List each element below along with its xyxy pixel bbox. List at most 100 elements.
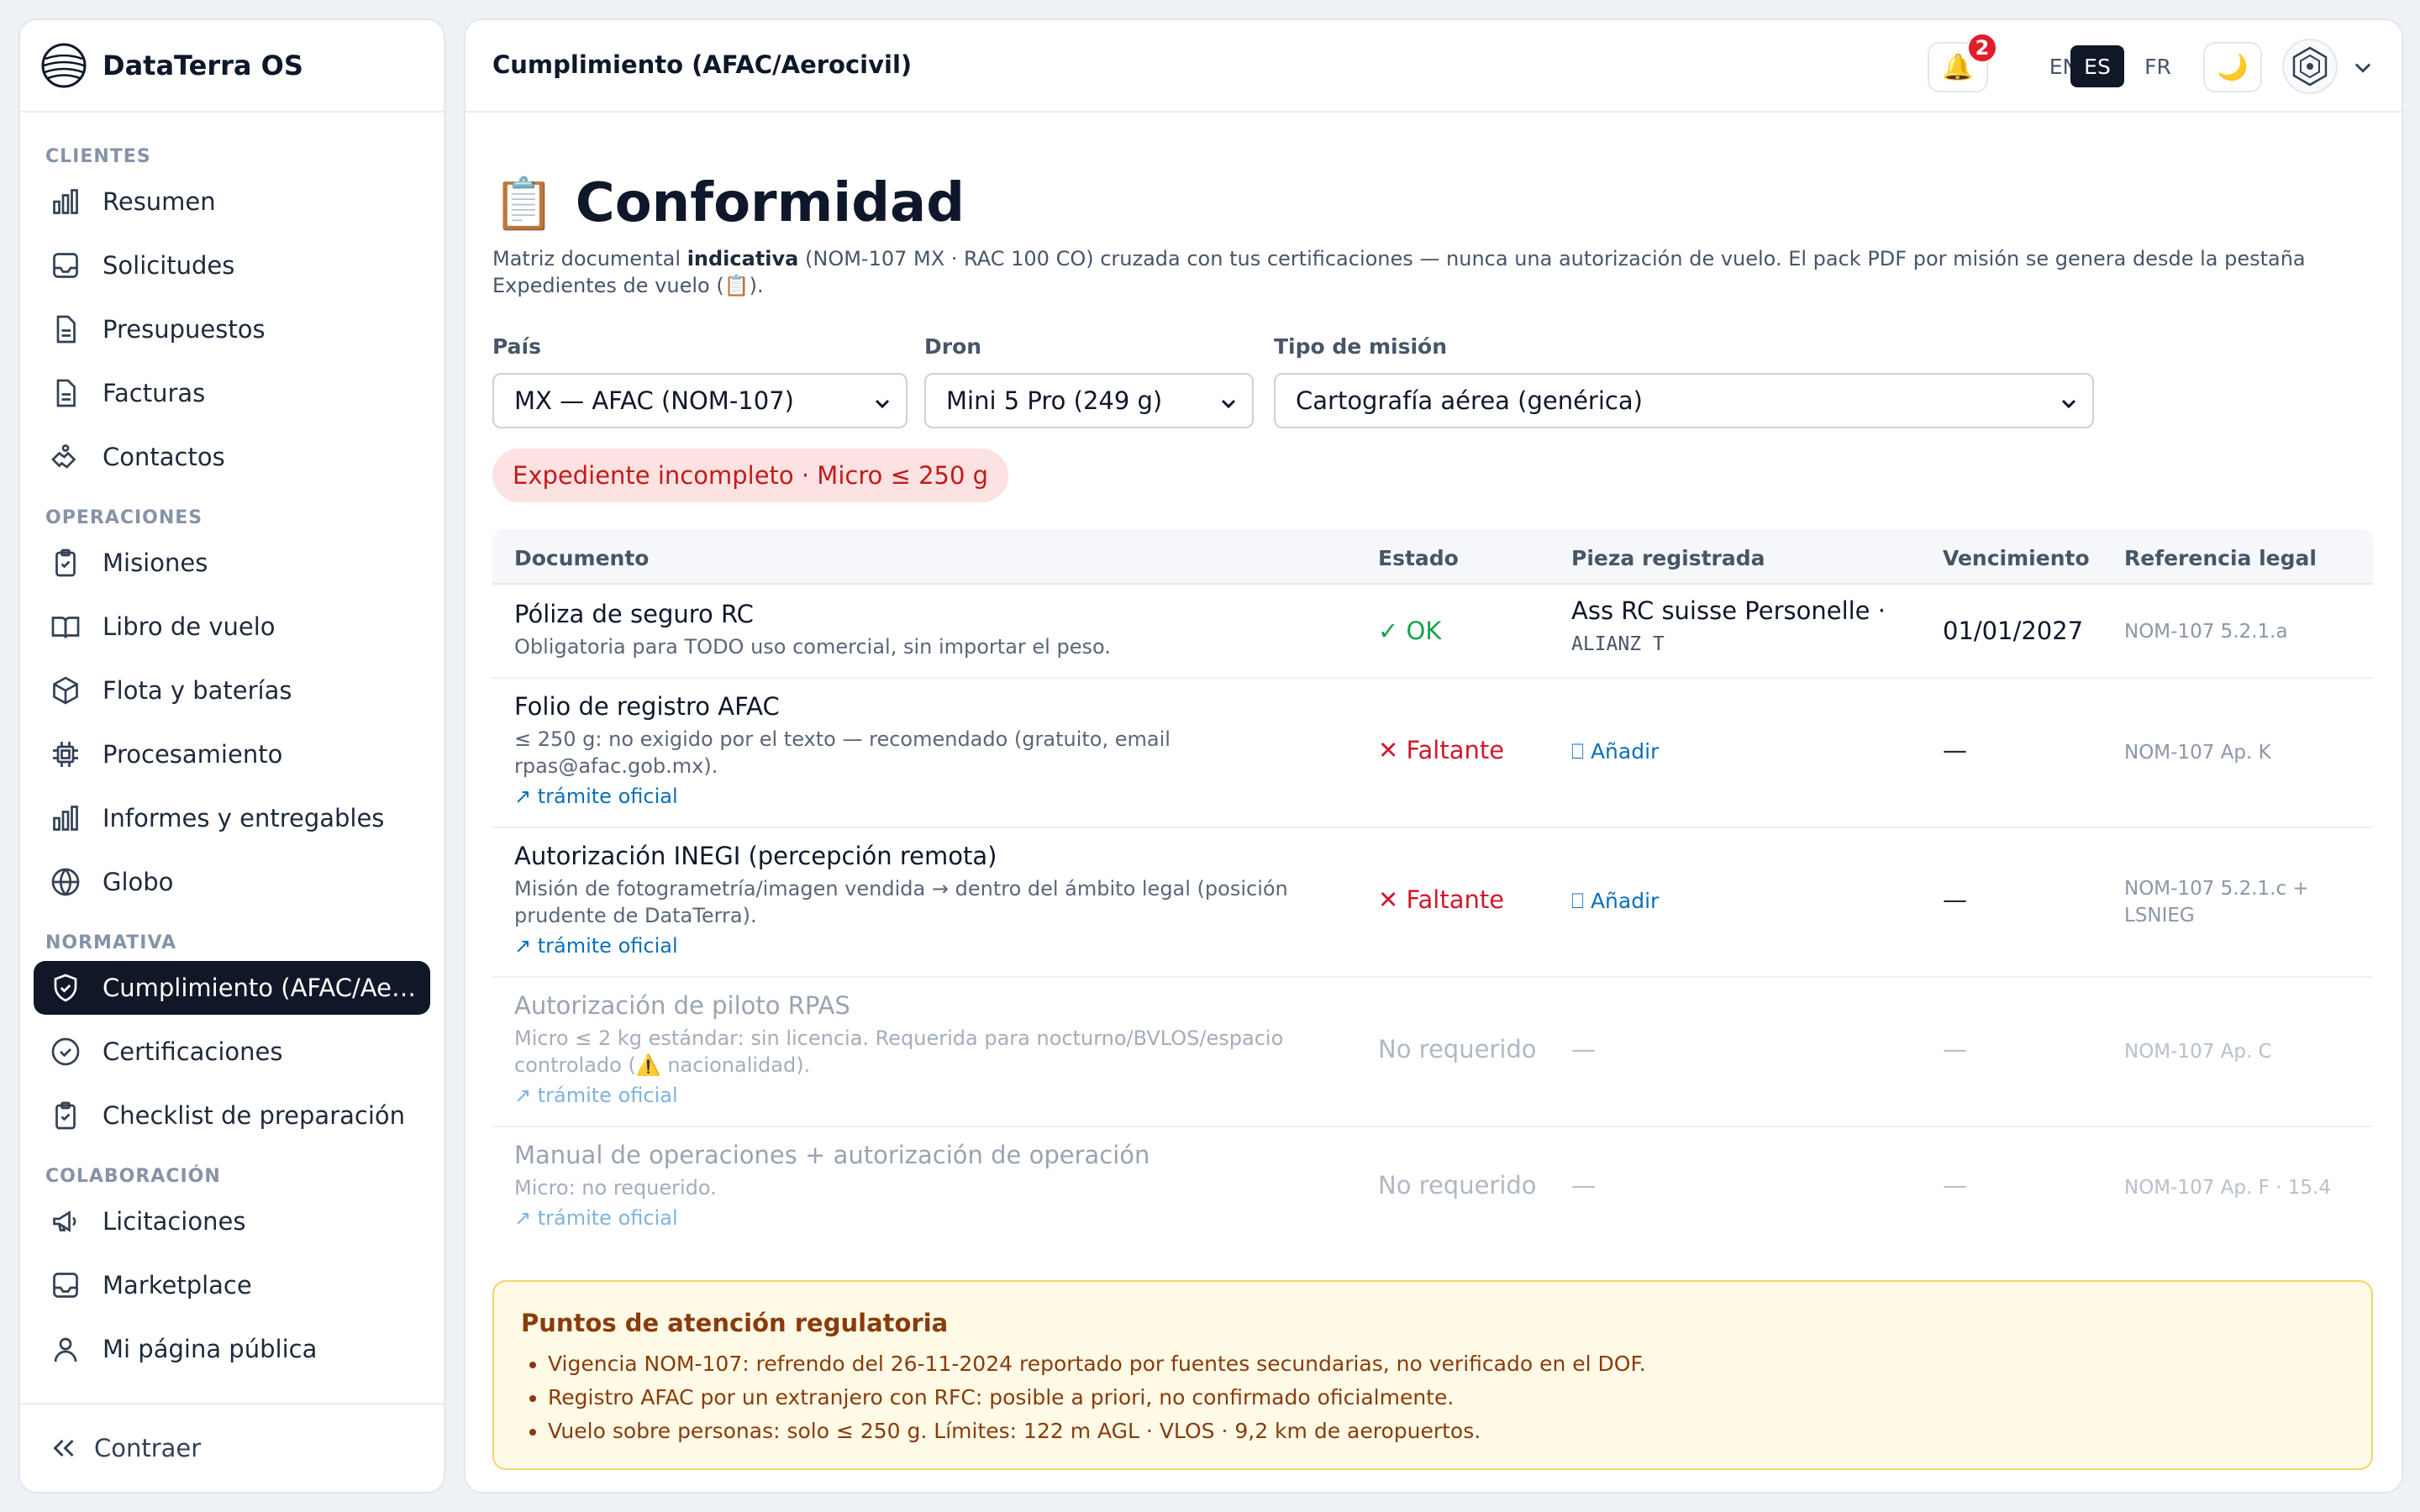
status-not-required: No requerido xyxy=(1378,1171,1537,1200)
official-procedure-link[interactable]: ↗ trámite oficial xyxy=(514,1084,678,1107)
intro-text: Matriz documental xyxy=(492,247,687,270)
chevron-down-icon xyxy=(1221,399,1236,409)
column-header-status: Estado xyxy=(1378,546,1459,570)
add-document-button[interactable]: ⎕ Añadir xyxy=(1571,889,1659,914)
sidebar-item-label: Procesamiento xyxy=(103,740,283,769)
chip-icon xyxy=(53,742,78,767)
document-description: Micro ≤ 2 kg estándar: sin licencia. Req… xyxy=(514,1026,1284,1050)
sidebar-item-label: Marketplace xyxy=(103,1271,252,1299)
sidebar-item-marketplace[interactable]: Marketplace xyxy=(34,1258,430,1312)
theme-toggle-button[interactable]: 🌙 xyxy=(2203,42,2262,92)
app-name: DataTerra OS xyxy=(103,50,303,81)
regulatory-notice: Puntos de atención regulatoria Vigencia … xyxy=(492,1280,2373,1470)
sidebar-item-label: Misiones xyxy=(103,549,208,577)
notice-item: Vigencia NOM-107: refrendo del 26-11-202… xyxy=(548,1347,1646,1381)
sidebar-item-licitaciones[interactable]: Licitaciones xyxy=(34,1194,430,1248)
chevrons-left-icon xyxy=(53,1439,74,1457)
globe-logo-icon xyxy=(41,43,87,88)
legal-reference: LSNIEG xyxy=(2124,905,2195,927)
clipboard-emoji-icon: 📋 xyxy=(492,174,555,234)
nav-section-title: COLABORACIÓN xyxy=(45,1166,221,1187)
intro-bold: indicativa xyxy=(687,247,799,270)
brand[interactable]: DataTerra OS xyxy=(20,20,444,113)
sidebar-item-libro-de-vuelo[interactable]: Libro de vuelo xyxy=(34,600,430,654)
document-title: Manual de operaciones + autorización de … xyxy=(514,1141,1150,1169)
legal-reference: NOM-107 Ap. C xyxy=(2124,1041,2272,1063)
page-title: 📋 Conformidad xyxy=(492,170,965,237)
sidebar-item-certificaciones[interactable]: Certificaciones xyxy=(34,1025,430,1079)
notifications-badge: 2 xyxy=(1966,32,1998,64)
sidebar-item-label: Solicitudes xyxy=(103,251,235,280)
sidebar-item-label: Facturas xyxy=(103,379,206,407)
document-title: Autorización de piloto RPAS xyxy=(514,991,850,1020)
drone-label: Dron xyxy=(924,334,982,359)
file-icon xyxy=(56,379,76,407)
sidebar-item-label: Certificaciones xyxy=(103,1037,283,1066)
drone-select[interactable]: Mini 5 Pro (249 g) xyxy=(924,373,1254,428)
mission-type-select[interactable]: Cartografía aérea (genérica) xyxy=(1274,373,2094,428)
table-row: Folio de registro AFAC ≤ 250 g: no exigi… xyxy=(492,679,2373,828)
document-description: rpas@afac.gob.mx). xyxy=(514,754,718,778)
official-procedure-link[interactable]: ↗ trámite oficial xyxy=(514,1206,678,1230)
registered-piece: — xyxy=(1571,1171,1596,1200)
document-description: Misión de fotogrametría/imagen vendida →… xyxy=(514,877,1288,900)
collapse-button[interactable]: Contraer xyxy=(20,1403,444,1492)
sidebar-item-solicitudes[interactable]: Solicitudes xyxy=(34,239,430,292)
sidebar-item-cumplimiento[interactable]: Cumplimiento (AFAC/Aerocivil) xyxy=(34,961,430,1015)
sidebar-item-label: Mi página pública xyxy=(103,1335,318,1363)
box-icon xyxy=(53,676,78,705)
sidebar: DataTerra OS CLIENTES Resumen Solicitude… xyxy=(18,18,445,1494)
expiry-date: — xyxy=(1943,885,1967,914)
inbox-icon xyxy=(53,253,78,278)
megaphone-icon xyxy=(53,1210,76,1232)
legal-reference: NOM-107 Ap. F · 15.4 xyxy=(2124,1177,2331,1199)
clipboard-icon xyxy=(55,549,76,577)
expiry-date: — xyxy=(1943,1035,1967,1063)
chevron-down-icon xyxy=(2061,399,2076,409)
add-document-button[interactable]: ⎕ Añadir xyxy=(1571,739,1659,764)
sidebar-item-flota[interactable]: Flota y baterías xyxy=(34,664,430,717)
bar-chart-icon xyxy=(53,806,78,831)
mission-type-label: Tipo de misión xyxy=(1274,334,1447,359)
legal-reference: NOM-107 5.2.1.a xyxy=(2124,621,2288,643)
sidebar-item-label: Contactos xyxy=(103,443,225,471)
book-icon xyxy=(51,617,80,638)
country-select[interactable]: MX — AFAC (NOM-107) xyxy=(492,373,908,428)
country-select-value: MX — AFAC (NOM-107) xyxy=(514,386,794,415)
sidebar-item-label: Globo xyxy=(103,868,174,896)
document-title: Autorización INEGI (percepción remota) xyxy=(514,842,997,870)
lang-es-button[interactable]: ES xyxy=(2070,45,2124,87)
lang-fr-button[interactable]: FR xyxy=(2131,45,2185,87)
sidebar-item-label: Resumen xyxy=(103,187,216,216)
sidebar-item-resumen[interactable]: Resumen xyxy=(34,175,430,228)
sidebar-nav: CLIENTES Resumen Solicitudes Presupuesto… xyxy=(20,113,444,1376)
sidebar-item-checklist[interactable]: Checklist de preparación xyxy=(34,1089,430,1142)
sidebar-item-globo[interactable]: Globo xyxy=(34,855,430,909)
table-row: Manual de operaciones + autorización de … xyxy=(492,1127,2373,1250)
sidebar-item-procesamiento[interactable]: Procesamiento xyxy=(34,727,430,781)
notice-list: Vigencia NOM-107: refrendo del 26-11-202… xyxy=(548,1347,1646,1448)
registered-piece-detail: ALIANZ T xyxy=(1571,633,1665,655)
column-header-document: Documento xyxy=(514,546,650,570)
chevron-down-icon[interactable] xyxy=(2351,55,2375,79)
avatar[interactable] xyxy=(2282,39,2338,94)
sidebar-item-informes[interactable]: Informes y entregables xyxy=(34,791,430,845)
sidebar-item-label: Licitaciones xyxy=(103,1207,246,1236)
sidebar-item-facturas[interactable]: Facturas xyxy=(34,366,430,420)
sidebar-item-misiones[interactable]: Misiones xyxy=(34,536,430,590)
official-procedure-link[interactable]: ↗ trámite oficial xyxy=(514,934,678,958)
page-intro: Matriz documental indicativa (NOM-107 MX… xyxy=(492,245,2375,299)
globe-icon xyxy=(51,868,80,896)
country-label: País xyxy=(492,334,541,359)
official-procedure-link[interactable]: ↗ trámite oficial xyxy=(514,785,678,808)
sidebar-item-contactos[interactable]: Contactos xyxy=(34,430,430,484)
notice-item: Registro AFAC por un extranjero con RFC:… xyxy=(548,1381,1646,1415)
sidebar-item-pagina-publica[interactable]: Mi página pública xyxy=(34,1322,430,1376)
expiry-date: — xyxy=(1943,1171,1967,1200)
topbar: Cumplimiento (AFAC/Aerocivil) 🔔 2 EN ES … xyxy=(466,20,2402,113)
document-title: Folio de registro AFAC xyxy=(514,692,780,721)
status-missing: ✕ Faltante xyxy=(1378,736,1505,764)
sidebar-item-presupuestos[interactable]: Presupuestos xyxy=(34,302,430,356)
document-description: prudente de DataTerra). xyxy=(514,904,757,927)
sidebar-item-label: Cumplimiento (AFAC/Aerocivil) xyxy=(103,974,422,1002)
